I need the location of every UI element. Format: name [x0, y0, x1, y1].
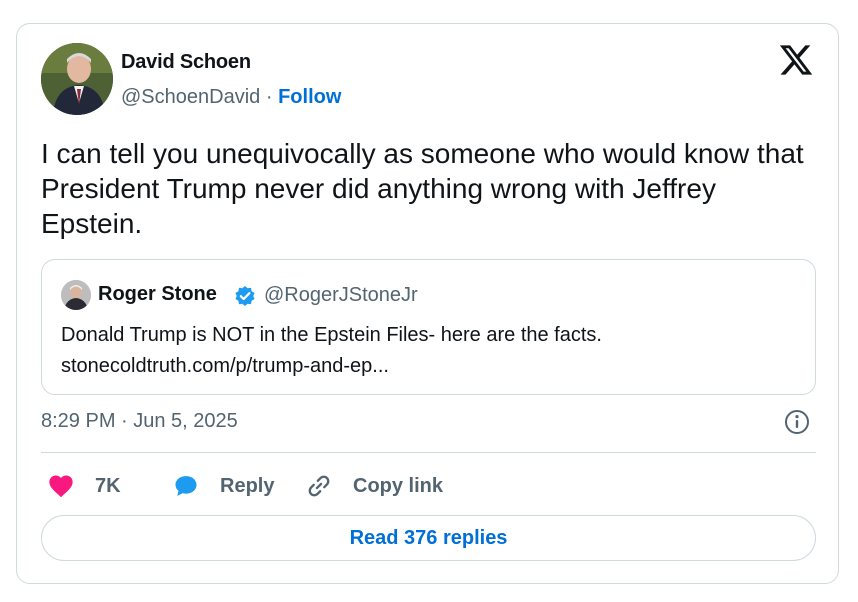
quoted-author-name: Roger Stone — [98, 283, 217, 305]
x-logo-icon[interactable] — [778, 42, 814, 78]
author-handle-line: @SchoenDavid · Follow — [121, 86, 341, 109]
copy-link-button[interactable]: Copy link — [305, 466, 443, 506]
action-bar: 7K Reply Copy link — [41, 466, 816, 506]
reply-label: Reply — [220, 474, 275, 497]
author-name[interactable]: David Schoen — [121, 51, 251, 74]
reply-button[interactable]: Reply — [172, 466, 274, 506]
reply-bubble-icon — [172, 472, 200, 500]
separator-dot: · — [265, 86, 273, 108]
copy-link-label: Copy link — [353, 474, 444, 497]
like-count: 7K — [95, 474, 121, 497]
tweet-card: David Schoen @SchoenDavid · Follow I can… — [16, 23, 839, 584]
quoted-author-handle: @RogerJStoneJr — [264, 284, 418, 306]
link-icon — [305, 472, 333, 500]
follow-button[interactable]: Follow — [278, 86, 341, 108]
quoted-tweet-link[interactable]: stonecoldtruth.com/p/trump-and-ep... — [61, 351, 389, 381]
quoted-tweet[interactable]: Roger Stone @RogerJStoneJr Donald Trump … — [41, 259, 816, 395]
heart-icon — [47, 472, 75, 500]
like-button[interactable]: 7K — [47, 466, 121, 506]
tweet-text: I can tell you unequivocally as someone … — [41, 138, 804, 239]
divider — [41, 452, 816, 453]
verified-badge-icon — [234, 285, 256, 307]
quoted-author-avatar — [61, 280, 91, 310]
tweet-timestamp[interactable]: 8:29 PM · Jun 5, 2025 — [41, 410, 238, 433]
quoted-tweet-text: Donald Trump is NOT in the Epstein Files… — [61, 324, 602, 346]
read-replies-button[interactable]: Read 376 replies — [41, 515, 816, 561]
info-icon[interactable] — [784, 409, 810, 435]
author-avatar[interactable] — [41, 43, 113, 115]
author-handle[interactable]: @SchoenDavid — [121, 86, 260, 108]
